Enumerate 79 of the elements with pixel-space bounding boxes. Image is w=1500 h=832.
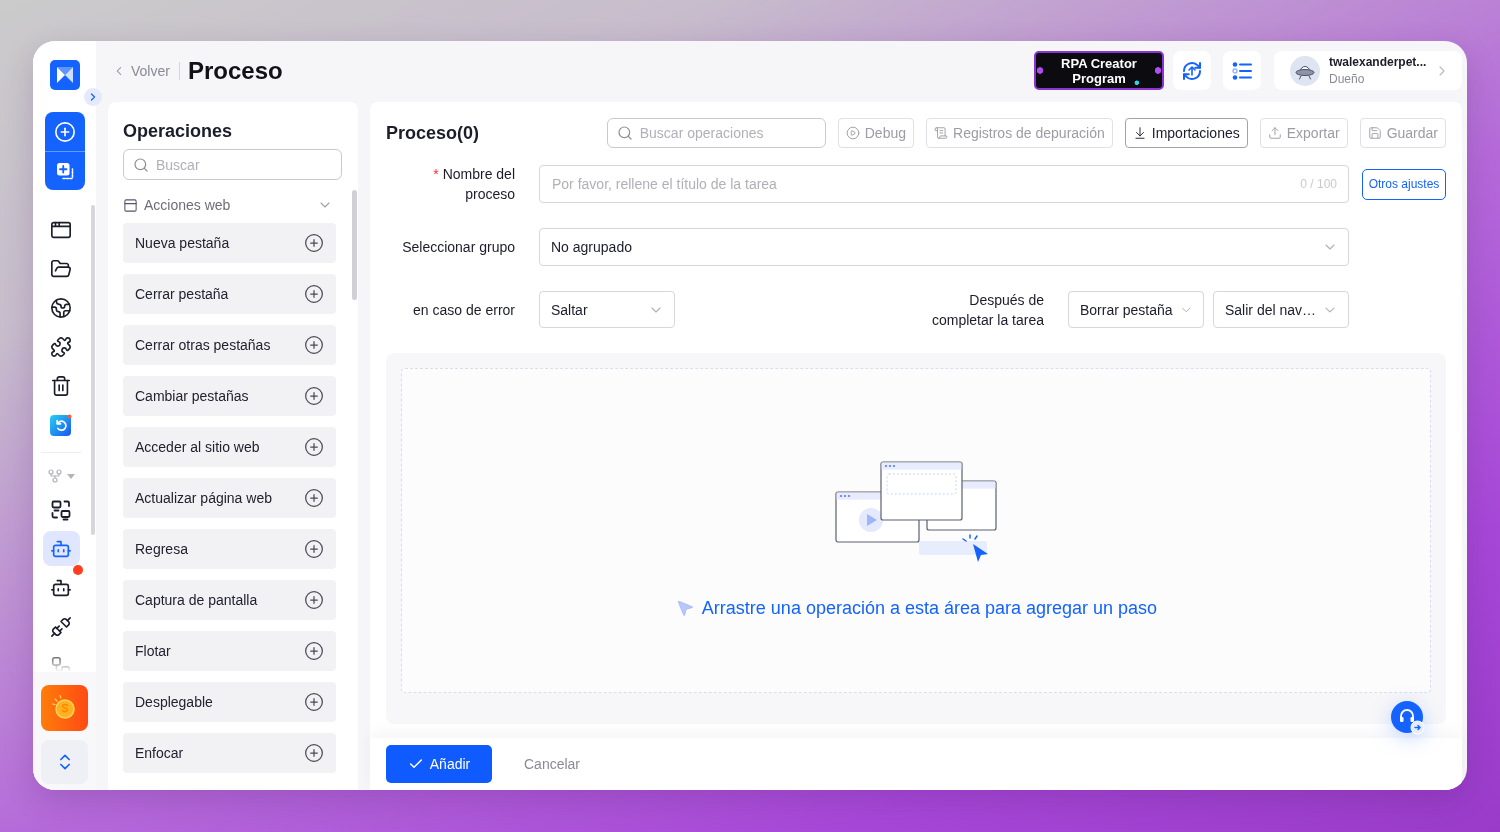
trash-icon [50, 374, 72, 397]
plus-circle-icon [304, 335, 324, 355]
operation-item[interactable]: Regresa [123, 529, 336, 569]
plus-circle-icon [304, 743, 324, 763]
folder-icon [50, 257, 72, 280]
plus-circle-icon [304, 539, 324, 559]
caret-down-icon [67, 473, 75, 479]
support-headset-icon[interactable] [1391, 701, 1425, 735]
search-field[interactable]: Buscar operaciones [606, 118, 826, 148]
operation-item[interactable]: Nueva pestaña [123, 223, 336, 263]
play-circle-icon [845, 126, 860, 140]
coin-icon[interactable] [41, 685, 88, 731]
plug-icon [50, 615, 72, 638]
settings-button[interactable]: Otros ajustes [1362, 168, 1446, 200]
required-mark: * [433, 166, 439, 182]
task-end-select[interactable]: Borrar pestaña [1068, 291, 1204, 328]
plus-circle-icon [304, 590, 324, 610]
panel-title: Operaciones [123, 120, 234, 142]
operation-item[interactable]: Cambiar pestañas [123, 376, 336, 416]
error-action-select[interactable]: Saltar [539, 291, 675, 328]
plus-button[interactable] [44, 112, 85, 151]
plus-circle-icon [304, 641, 324, 661]
operation-item[interactable]: Enfocar [123, 733, 336, 773]
page-title: Proceso [187, 56, 283, 85]
operation-item[interactable]: Flotar [123, 631, 336, 671]
add-copy-icon [54, 161, 75, 181]
plus-circle-icon [304, 284, 324, 304]
drop-hint: Arrastre una operación a esta área para agregar un paso [701, 597, 1158, 619]
upload-icon [1267, 126, 1282, 140]
plus-circle-icon [53, 120, 76, 143]
logo-icon [49, 60, 80, 90]
operation-item[interactable]: Acceder al sitio web [123, 427, 336, 467]
field-label: Nombre del proceso [442, 166, 515, 202]
branch-icon [47, 468, 63, 484]
sync-button[interactable] [1173, 51, 1211, 90]
section-toggle[interactable] [47, 466, 75, 486]
operation-item[interactable]: Actualizar página web [123, 478, 336, 518]
scrollbar-thumb[interactable] [352, 190, 357, 300]
plus-circle-icon [304, 233, 324, 253]
operation-item[interactable]: Cerrar otras pestañas [123, 325, 336, 365]
field-label: Seleccionar grupo [401, 238, 515, 257]
refresh-app-icon [50, 413, 72, 436]
browser-card-icon [123, 197, 138, 213]
search-icon [133, 156, 149, 173]
globe-icon [50, 296, 72, 319]
toolbar-button[interactable]: Importaciones [1124, 118, 1248, 148]
cancel-button[interactable]: Cancelar [516, 756, 589, 772]
devices-icon [50, 498, 72, 521]
user-name: twalexanderpet... [1329, 54, 1427, 70]
account-card[interactable]: twalexanderpet... Dueño [1274, 51, 1462, 90]
promo-banner[interactable]: RPA Creator Program [1034, 51, 1164, 90]
search-icon [616, 125, 633, 141]
plus-circle-icon [304, 437, 324, 457]
user-role: Dueño [1329, 71, 1366, 87]
add-button[interactable]: Añadir [386, 745, 492, 783]
field-label: en caso de error [412, 300, 515, 320]
document-icon [934, 126, 948, 140]
operation-item[interactable]: Desplegable [123, 682, 336, 722]
plus-circle-icon [304, 488, 324, 508]
operation-item[interactable]: Cerrar pestaña [123, 274, 336, 314]
scrollbar-thumb[interactable] [91, 205, 95, 535]
save-icon [1367, 126, 1382, 140]
list-button[interactable] [1223, 51, 1261, 90]
field-label: Después de completar la tarea [930, 290, 1044, 330]
plus-circle-icon [304, 386, 324, 406]
workflow-icon [50, 654, 72, 672]
download-icon [1132, 126, 1147, 140]
list-icon [1231, 59, 1253, 82]
operation-item[interactable]: Captura de pantalla [123, 580, 336, 620]
puzzle-icon [50, 335, 72, 358]
panel-title: Proceso(0) [386, 122, 480, 144]
category-header[interactable]: Acciones web [123, 195, 342, 215]
search-field[interactable]: Buscar [123, 149, 342, 180]
add-copy-button[interactable] [44, 151, 85, 190]
ufo-avatar-icon [1290, 55, 1320, 86]
browser-end-select[interactable]: Salir del nav… [1213, 291, 1349, 328]
expand-button[interactable] [84, 88, 102, 106]
group-select[interactable]: No agrupado [539, 228, 1349, 266]
plus-circle-icon [304, 692, 324, 712]
